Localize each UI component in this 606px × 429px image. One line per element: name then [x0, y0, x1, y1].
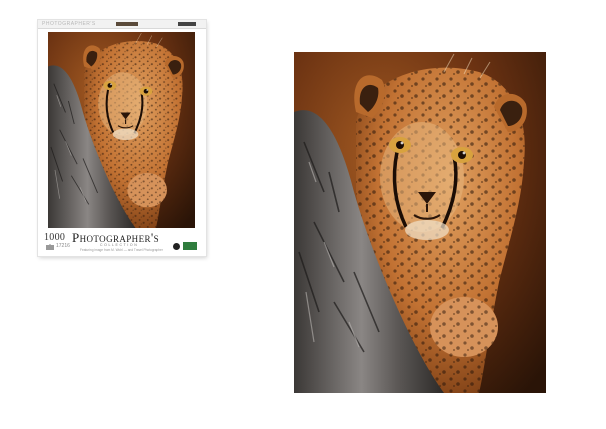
product-code: 17216 [56, 243, 70, 249]
photo-credit: Featuring image from M. Wohl — and Trave… [80, 248, 163, 252]
piece-count: 1000 [44, 232, 66, 243]
collection-label: COLLECTION [100, 243, 139, 247]
box-lid-edge: PHOTOGRAPHER'S [38, 20, 206, 29]
spine-text: PHOTOGRAPHER'S [42, 21, 96, 27]
eco-badge-icon [183, 242, 197, 250]
box-footer: 1000 17216 Photographer's COLLECTION Fea… [38, 228, 206, 256]
spine-mark [116, 22, 138, 26]
box-cover-photo [48, 32, 195, 228]
assembled-puzzle-image [294, 52, 546, 393]
puzzle-box: PHOTOGRAPHER'S 1000 17216 Photographer's… [38, 20, 206, 256]
age-badge-icon [173, 243, 180, 250]
spine-mark [178, 22, 196, 26]
puzzle-piece-icon [46, 244, 54, 250]
